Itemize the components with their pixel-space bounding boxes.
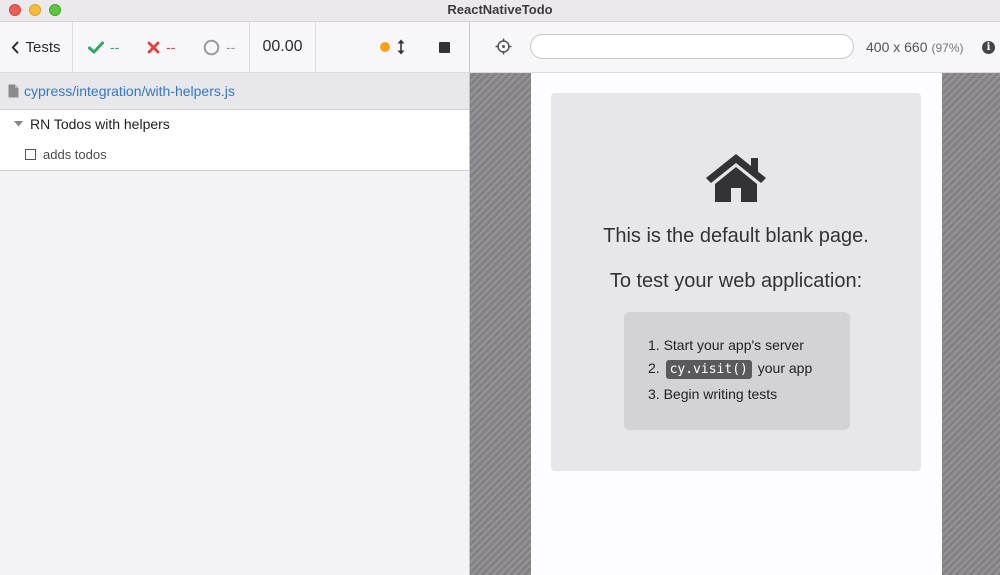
reporter-panel: Tests -- -- -- 00.00 cypress/integration… (0, 22, 470, 575)
step-1: 1. Start your app's server (648, 337, 804, 353)
test-title: adds todos (43, 146, 107, 162)
x-icon (147, 41, 160, 53)
spec-file-bar: cypress/integration/with-helpers.js (0, 73, 469, 110)
crosshair-icon[interactable] (495, 38, 512, 55)
auto-scroll-icon (397, 39, 404, 55)
stop-button[interactable] (434, 22, 454, 72)
file-icon (8, 84, 19, 98)
step-3: 3. Begin writing tests (648, 386, 778, 402)
suite-row[interactable]: RN Todos with helpers (0, 110, 469, 138)
test-state-icon (25, 148, 36, 160)
suite-title: RN Todos with helpers (30, 116, 170, 132)
blank-page-card: This is the default blank page. To test … (551, 93, 921, 471)
status-dot-icon (379, 42, 390, 52)
cy-visit-code: cy.visit() (665, 360, 752, 379)
spec-file-link[interactable]: cypress/integration/with-helpers.js (24, 83, 235, 99)
aut-iframe: This is the default blank page. To test … (531, 73, 942, 575)
duration: 00.00 (249, 22, 316, 72)
auto-scroll-toggle[interactable] (372, 22, 412, 72)
window-title: ReactNativeTodo (447, 2, 553, 17)
info-icon[interactable]: i (982, 41, 995, 54)
aut-header: 400 x 660 (97%) i (470, 22, 1000, 73)
tests-button[interactable]: Tests (0, 22, 73, 72)
viewport-size: 400 x 660 (866, 39, 928, 55)
pending-count: -- (203, 22, 235, 72)
stop-icon (438, 41, 450, 53)
blank-page-heading: This is the default blank page. (603, 225, 869, 247)
step-2: 2. cy.visit() your app (648, 360, 812, 379)
viewport-scale: (97%) (931, 41, 964, 55)
runnables-list: RN Todos with helpers adds todos (0, 110, 469, 171)
check-icon (88, 41, 104, 53)
steps-box: 1. Start your app's server 2. cy.visit()… (624, 312, 850, 430)
reporter-header: Tests -- -- -- 00.00 (0, 22, 469, 73)
step-2-suffix: your app (753, 360, 813, 376)
url-bar[interactable] (530, 34, 854, 59)
house-icon (706, 154, 766, 202)
passed-count: -- (88, 22, 119, 72)
failed-count: -- (147, 22, 175, 72)
passed-count-value: -- (110, 39, 120, 55)
aut-background: This is the default blank page. To test … (470, 73, 1000, 575)
test-row[interactable]: adds todos (0, 140, 469, 168)
pending-count-value: -- (226, 39, 236, 55)
viewport-info: 400 x 660 (97%) (866, 39, 964, 55)
blank-page-subheading: To test your web application: (609, 270, 863, 292)
caret-down-icon (14, 121, 23, 127)
chevron-left-icon (12, 41, 19, 53)
title-bar: ReactNativeTodo (0, 0, 1000, 22)
failed-count-value: -- (166, 39, 176, 55)
circle-icon (203, 39, 220, 55)
tests-button-label: Tests (25, 38, 61, 56)
step-2-prefix: 2. (648, 360, 664, 376)
